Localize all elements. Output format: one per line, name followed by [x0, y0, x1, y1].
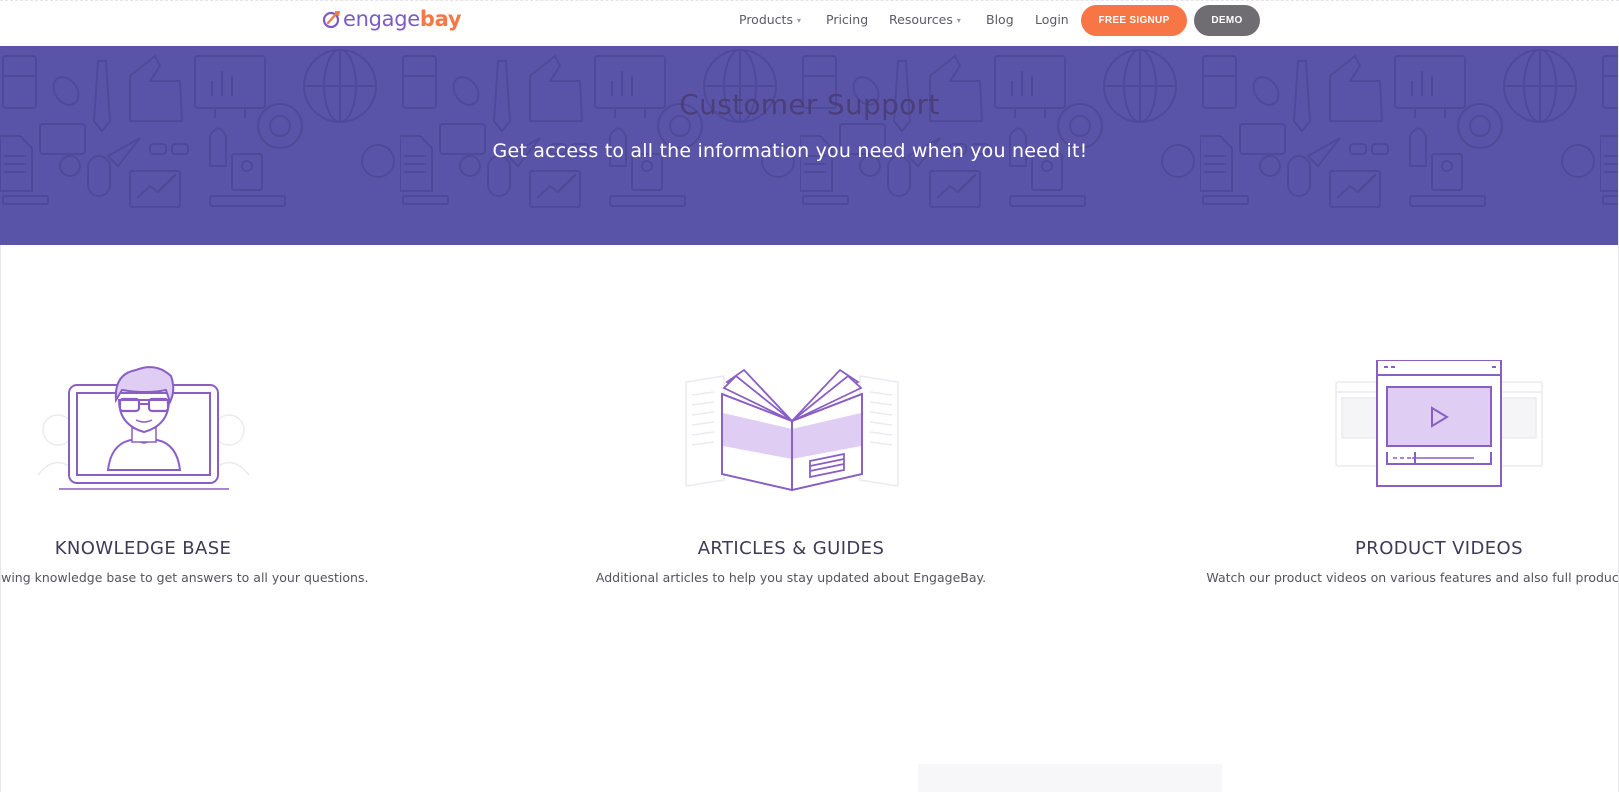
open-book-icon [685, 368, 899, 492]
nav-resources[interactable]: Resources ▾ [889, 12, 961, 27]
page-border-left [0, 245, 1, 792]
top-navigation-bar: engage bay Products ▾ Pricing Resources ▾ B… [0, 0, 1619, 46]
chevron-down-icon: ▾ [956, 16, 961, 25]
person-on-screen-icon [37, 366, 250, 490]
next-section-placeholder [918, 764, 1222, 792]
nav-pricing[interactable]: Pricing [826, 12, 868, 27]
feature-title[interactable]: ARTICLES & GUIDES [698, 538, 885, 559]
logo-mark-icon [322, 11, 341, 29]
hero-subtitle: Get access to all the information you ne… [492, 140, 1088, 162]
engagebay-logo[interactable]: engage bay [322, 6, 462, 32]
free-signup-button[interactable]: FREE SIGNUP [1081, 5, 1187, 36]
nav-products[interactable]: Products ▾ [739, 12, 801, 27]
feature-description: r growing knowledge base to get answers … [0, 570, 369, 585]
nav-login[interactable]: Login [1035, 12, 1069, 27]
nav-resources-label: Resources [889, 12, 953, 27]
nav-pricing-label: Pricing [826, 12, 869, 27]
hero-banner: Customer Support Get access to all the i… [0, 46, 1619, 245]
chevron-down-icon: ▾ [796, 16, 801, 25]
nav-login-label: Login [1035, 12, 1069, 27]
feature-description: Additional articles to help you stay upd… [595, 570, 987, 585]
nav-products-label: Products [739, 12, 793, 27]
logo-text-engage: engage [343, 7, 420, 31]
video-player-icon [1335, 360, 1543, 487]
page-title: Customer Support [679, 88, 940, 121]
feature-title[interactable]: PRODUCT VIDEOS [1355, 538, 1523, 559]
feature-title[interactable]: KNOWLEDGE BASE [55, 538, 232, 559]
logo-text-bay: bay [419, 7, 462, 31]
feature-description: Watch our product videos on various feat… [1206, 570, 1619, 585]
nav-blog[interactable]: Blog [986, 12, 1014, 27]
nav-blog-label: Blog [986, 12, 1014, 27]
demo-button[interactable]: DEMO [1194, 5, 1260, 36]
